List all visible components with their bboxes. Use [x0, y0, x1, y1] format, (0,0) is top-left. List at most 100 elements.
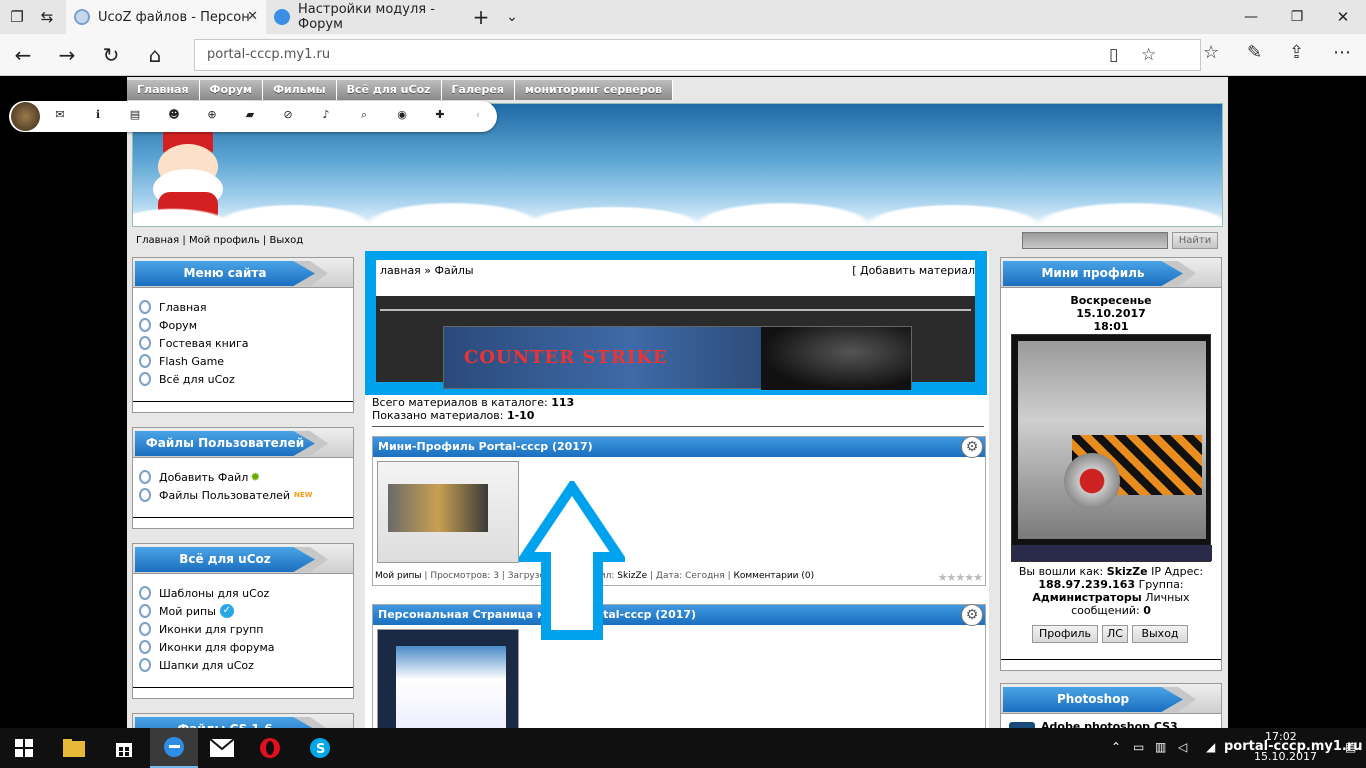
new-tab-icon[interactable]: +	[466, 2, 496, 32]
refresh-icon[interactable]: ↻	[96, 40, 126, 70]
topnav-home[interactable]: Главная	[127, 80, 200, 100]
menu-item-my-rips[interactable]: Мой рипы ✓	[139, 602, 353, 620]
network-icon[interactable]: ▥	[1155, 740, 1166, 754]
rating-stars[interactable]: ★★★★★	[938, 571, 983, 584]
clock-time[interactable]: 17:02	[1265, 730, 1297, 743]
menu-item-group-icons[interactable]: Иконки для групп	[139, 620, 353, 638]
menu-item-headers[interactable]: Шапки для uCoz	[139, 656, 353, 674]
block-title: Photoshop	[1003, 687, 1183, 712]
topnav-monitoring[interactable]: мониторинг серверов	[514, 80, 674, 100]
menu-item-home[interactable]: Главная	[139, 298, 353, 316]
gear-icon[interactable]: ⚙	[961, 436, 983, 458]
back-icon[interactable]: ←	[8, 40, 38, 70]
ucoz-bullet-icon	[139, 354, 151, 368]
folder-icon[interactable]: ▰	[242, 108, 258, 121]
opera-icon[interactable]	[246, 728, 294, 768]
chevron-down-icon[interactable]: ⌄	[497, 2, 527, 32]
menu-item-flash-game[interactable]: Flash Game	[139, 352, 353, 370]
tab-aside-icon[interactable]: ⇆	[32, 2, 62, 32]
gear-icon[interactable]: ⚙	[961, 604, 983, 626]
link-my-profile[interactable]: Мой профиль	[189, 235, 260, 246]
block-mini-profile: Мини профиль Воскресенье 15.10.2017 18:0…	[1000, 257, 1222, 671]
web-page: Главная Форум Фильмы Всё для uCoz Галере…	[0, 77, 1366, 728]
block-title: Всё для uCoz	[135, 547, 315, 572]
menu-item-add-file[interactable]: Добавить Файл ✹	[139, 468, 353, 486]
battery-icon[interactable]: ▭	[1133, 740, 1144, 754]
topnav-gallery[interactable]: Галерея	[441, 80, 515, 100]
cs-banner-text: COUNTER STRIKE	[464, 347, 668, 368]
wifi-icon[interactable]: ◢	[1206, 740, 1215, 754]
tab-module-settings[interactable]: Настройки модуля - Форум	[266, 0, 466, 34]
photoshop-item-link[interactable]: Adobe photoshop CS3	[1041, 720, 1178, 728]
menu-item-ucoz[interactable]: Всё для uCoz	[139, 370, 353, 388]
home-icon[interactable]: ⌂	[140, 40, 170, 70]
link-home[interactable]: Главная	[136, 235, 179, 246]
users-icon[interactable]: ☻	[166, 108, 182, 121]
new-badge: NEW	[294, 491, 313, 499]
collapse-chevron-icon[interactable]: ‹	[470, 108, 486, 121]
save-icon[interactable]: ▤	[127, 108, 143, 121]
bell-icon[interactable]: ♪	[318, 108, 334, 121]
entry-thumbnail[interactable]	[377, 461, 519, 563]
search-button[interactable]: Найти	[1172, 232, 1218, 249]
ucoz-bullet-icon	[139, 586, 151, 600]
menu-item-templates[interactable]: Шаблоны для uCoz	[139, 584, 353, 602]
volume-icon[interactable]: ◁	[1178, 740, 1187, 754]
close-window-icon[interactable]: ✕	[1328, 2, 1358, 32]
mail-icon[interactable]: ✉	[52, 108, 68, 121]
eye-icon[interactable]: ◉	[394, 108, 410, 121]
pm-button[interactable]: ЛС	[1102, 625, 1128, 643]
menu-item-guestbook[interactable]: Гостевая книга	[139, 334, 353, 352]
edge-icon[interactable]	[150, 728, 198, 768]
entry-category-link[interactable]: Мой рипы	[375, 571, 422, 581]
entry-title-link[interactable]: Мини-Профиль Portal-cccp (2017)	[378, 440, 593, 453]
reading-view-icon[interactable]: ▯	[1109, 45, 1118, 65]
puzzle-icon[interactable]: ✚	[432, 108, 448, 121]
menu-item-user-files[interactable]: Файлы Пользователей NEW	[139, 486, 353, 504]
web-note-icon[interactable]: ✎	[1247, 42, 1262, 63]
favorites-hub-icon[interactable]: ☆	[1203, 42, 1219, 63]
topnav-ucoz[interactable]: Всё для uCoz	[336, 80, 442, 100]
profile-datetime: Воскресенье 15.10.2017 18:01	[1070, 294, 1152, 333]
url-field[interactable]: portal-cccp.my1.ru ▯ ☆	[194, 39, 1201, 71]
action-center-icon[interactable]: ▤	[1345, 740, 1356, 754]
tab-list-icon[interactable]: ❐	[2, 2, 32, 32]
favorite-star-icon[interactable]: ☆	[1141, 45, 1156, 65]
clock-date[interactable]: 15.10.2017	[1254, 750, 1317, 763]
topnav-films[interactable]: Фильмы	[263, 80, 337, 100]
breadcrumb[interactable]: лавная » Файлы	[380, 264, 474, 277]
store-icon[interactable]	[100, 728, 148, 768]
menu-item-forum[interactable]: Форум	[139, 316, 353, 334]
file-explorer-icon[interactable]	[50, 728, 98, 768]
site-search-input[interactable]	[1022, 232, 1168, 249]
avatar[interactable]	[11, 102, 40, 131]
counter-strike-banner[interactable]: COUNTER STRIKE	[443, 326, 912, 390]
logout-button[interactable]: Выход	[1132, 625, 1188, 643]
block-icon[interactable]: ⊘	[280, 108, 296, 121]
block-user-files: Файлы Пользователей Добавить Файл ✹ Файлы…	[132, 427, 354, 529]
add-icon[interactable]: ⊕	[204, 108, 220, 121]
menu-item-forum-icons[interactable]: Иконки для форума	[139, 638, 353, 656]
entry-comments-link[interactable]: Комментарии (0)	[733, 571, 814, 581]
profile-button[interactable]: Профиль	[1032, 625, 1098, 643]
forward-icon[interactable]: →	[52, 40, 82, 70]
close-tab-icon[interactable]: ✕	[247, 9, 258, 24]
start-icon[interactable]	[0, 728, 48, 768]
info-icon[interactable]: ℹ	[90, 108, 106, 121]
tray-arrow-icon[interactable]: ⌃	[1111, 740, 1121, 754]
tab-ucoz-files[interactable]: UcoZ файлов - Персон ✕	[66, 0, 266, 34]
windows-taskbar: S ⌃ ▭ ▥ ◁ ◢ portal-cccp.my1.ru 17:02 15.…	[0, 728, 1366, 768]
add-material-link[interactable]: [ Добавить материал	[852, 264, 975, 277]
share-icon[interactable]: ⇪	[1289, 42, 1304, 63]
mail-app-icon[interactable]	[198, 728, 246, 768]
link-logout[interactable]: Выход	[269, 235, 303, 246]
more-icon[interactable]: ⋯	[1333, 42, 1351, 63]
skype-icon[interactable]: S	[296, 728, 344, 768]
topnav-forum[interactable]: Форум	[199, 80, 264, 100]
minimize-icon[interactable]: —	[1236, 2, 1266, 32]
ucoz-bullet-icon	[139, 488, 151, 502]
shown-materials: Показано материалов: 1-10	[372, 409, 535, 422]
restore-icon[interactable]: ❐	[1282, 2, 1312, 32]
search-icon[interactable]: ⌕	[356, 108, 372, 122]
entry-thumbnail[interactable]	[377, 629, 519, 728]
